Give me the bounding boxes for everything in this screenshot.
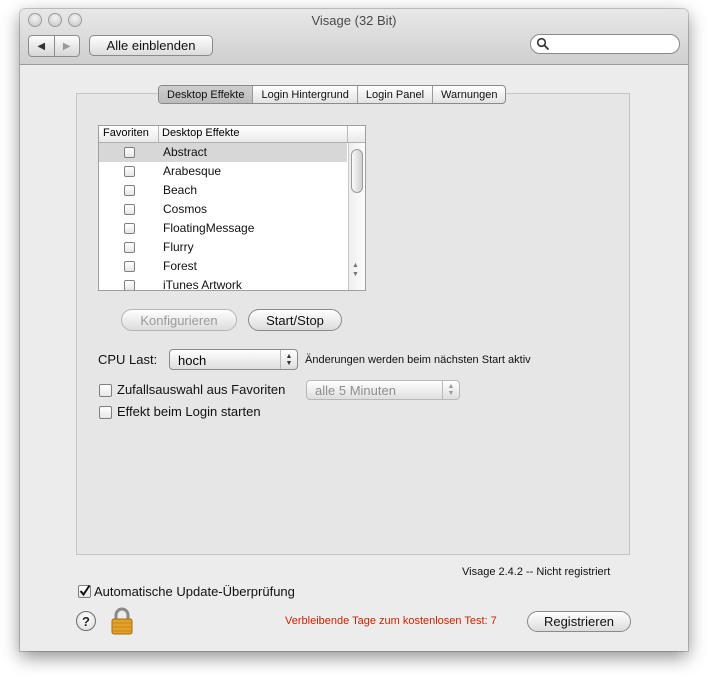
cpu-load-label: CPU Last: bbox=[98, 352, 158, 367]
tab-desktop-effekte[interactable]: Desktop Effekte bbox=[159, 86, 253, 103]
column-divider bbox=[347, 126, 348, 142]
cpu-note: Änderungen werden beim nächsten Start ak… bbox=[305, 354, 531, 366]
favorite-checkbox[interactable] bbox=[124, 166, 135, 177]
table-row[interactable]: Forest bbox=[99, 257, 347, 276]
help-button[interactable]: ? bbox=[76, 611, 96, 631]
window-title: Visage (32 Bit) bbox=[311, 13, 397, 28]
back-button[interactable]: ◀ bbox=[29, 36, 54, 56]
favorite-checkbox[interactable] bbox=[124, 242, 135, 253]
cpu-load-value: hoch bbox=[178, 353, 207, 368]
effect-name: Arabesque bbox=[163, 164, 222, 178]
table-row[interactable]: iTunes Artwork bbox=[99, 276, 347, 291]
favorite-checkbox[interactable] bbox=[124, 147, 135, 158]
version-status: Visage 2.4.2 -- Nicht registriert bbox=[462, 566, 611, 578]
tab-login-panel[interactable]: Login Panel bbox=[356, 86, 432, 103]
tab-warnungen[interactable]: Warnungen bbox=[432, 86, 505, 103]
effect-name: Beach bbox=[163, 183, 198, 197]
auto-update-label: Automatische Update-Überprüfung bbox=[94, 584, 295, 599]
login-effect-label: Effekt beim Login starten bbox=[117, 404, 261, 419]
trial-days-text: Verbleibende Tage zum kostenlosen Test: … bbox=[285, 615, 497, 627]
preferences-window: Visage (32 Bit) ◀ ▶ Alle einblenden Desk… bbox=[20, 9, 688, 651]
login-effect-checkbox[interactable] bbox=[99, 406, 112, 419]
favorite-checkbox[interactable] bbox=[124, 223, 135, 234]
lock-icon[interactable] bbox=[109, 606, 135, 636]
effect-name: Flurry bbox=[163, 240, 194, 254]
table-row[interactable]: Cosmos bbox=[99, 200, 347, 219]
scrollbar-thumb[interactable] bbox=[351, 149, 363, 193]
title-bar: Visage (32 Bit) ◀ ▶ Alle einblenden bbox=[20, 9, 688, 65]
favorite-checkbox[interactable] bbox=[124, 204, 135, 215]
table-row[interactable]: Arabesque bbox=[99, 162, 347, 181]
table-row[interactable]: Abstract bbox=[99, 143, 347, 162]
random-favorites-checkbox[interactable] bbox=[99, 384, 112, 397]
column-header-desktop-effekte[interactable]: Desktop Effekte bbox=[162, 127, 239, 139]
popup-arrows-icon: ▲ ▼ bbox=[442, 381, 459, 399]
random-interval-value: alle 5 Minuten bbox=[315, 383, 396, 398]
tab-bar: Desktop Effekte Login Hintergrund Login … bbox=[158, 85, 507, 104]
search-input[interactable] bbox=[553, 36, 677, 53]
start-stop-button[interactable]: Start/Stop bbox=[248, 309, 342, 331]
search-field[interactable] bbox=[530, 34, 680, 54]
popup-arrows-icon: ▲ ▼ bbox=[280, 350, 297, 369]
search-icon bbox=[536, 37, 549, 50]
table-header: Favoriten Desktop Effekte bbox=[99, 126, 365, 143]
effect-name: Cosmos bbox=[163, 202, 208, 216]
back-forward-control: ◀ ▶ bbox=[28, 35, 80, 57]
cpu-load-popup[interactable]: hoch ▲ ▼ bbox=[169, 349, 298, 370]
random-interval-popup[interactable]: alle 5 Minuten ▲ ▼ bbox=[306, 380, 460, 400]
table-row[interactable]: Beach bbox=[99, 181, 347, 200]
effect-name: iTunes Artwork bbox=[163, 278, 242, 291]
table-row[interactable]: Flurry bbox=[99, 238, 347, 257]
effect-name: Forest bbox=[163, 259, 198, 273]
column-divider bbox=[158, 126, 159, 142]
forward-button[interactable]: ▶ bbox=[53, 36, 80, 56]
favorite-checkbox[interactable] bbox=[124, 280, 135, 290]
scroll-arrows-icon[interactable]: ▲ ▼ bbox=[352, 261, 359, 279]
table-scrollbar[interactable]: ▲ ▼ bbox=[348, 143, 365, 290]
effects-table: Favoriten Desktop Effekte Abstract Arabe… bbox=[98, 125, 366, 291]
show-all-button[interactable]: Alle einblenden bbox=[89, 35, 213, 56]
auto-update-checkbox[interactable] bbox=[78, 584, 91, 598]
column-header-favoriten[interactable]: Favoriten bbox=[103, 127, 149, 139]
configure-button[interactable]: Konfigurieren bbox=[121, 309, 237, 331]
register-button[interactable]: Registrieren bbox=[527, 611, 631, 632]
effect-name: Abstract bbox=[163, 145, 208, 159]
help-icon: ? bbox=[82, 613, 90, 629]
favorite-checkbox[interactable] bbox=[124, 185, 135, 196]
tab-login-hintergrund[interactable]: Login Hintergrund bbox=[252, 86, 356, 103]
effect-name: FloatingMessage bbox=[163, 221, 255, 235]
checkmark-icon bbox=[79, 584, 91, 597]
table-row[interactable]: FloatingMessage bbox=[99, 219, 347, 238]
favorite-checkbox[interactable] bbox=[124, 261, 135, 272]
random-favorites-label: Zufallsauswahl aus Favoriten bbox=[117, 382, 286, 397]
